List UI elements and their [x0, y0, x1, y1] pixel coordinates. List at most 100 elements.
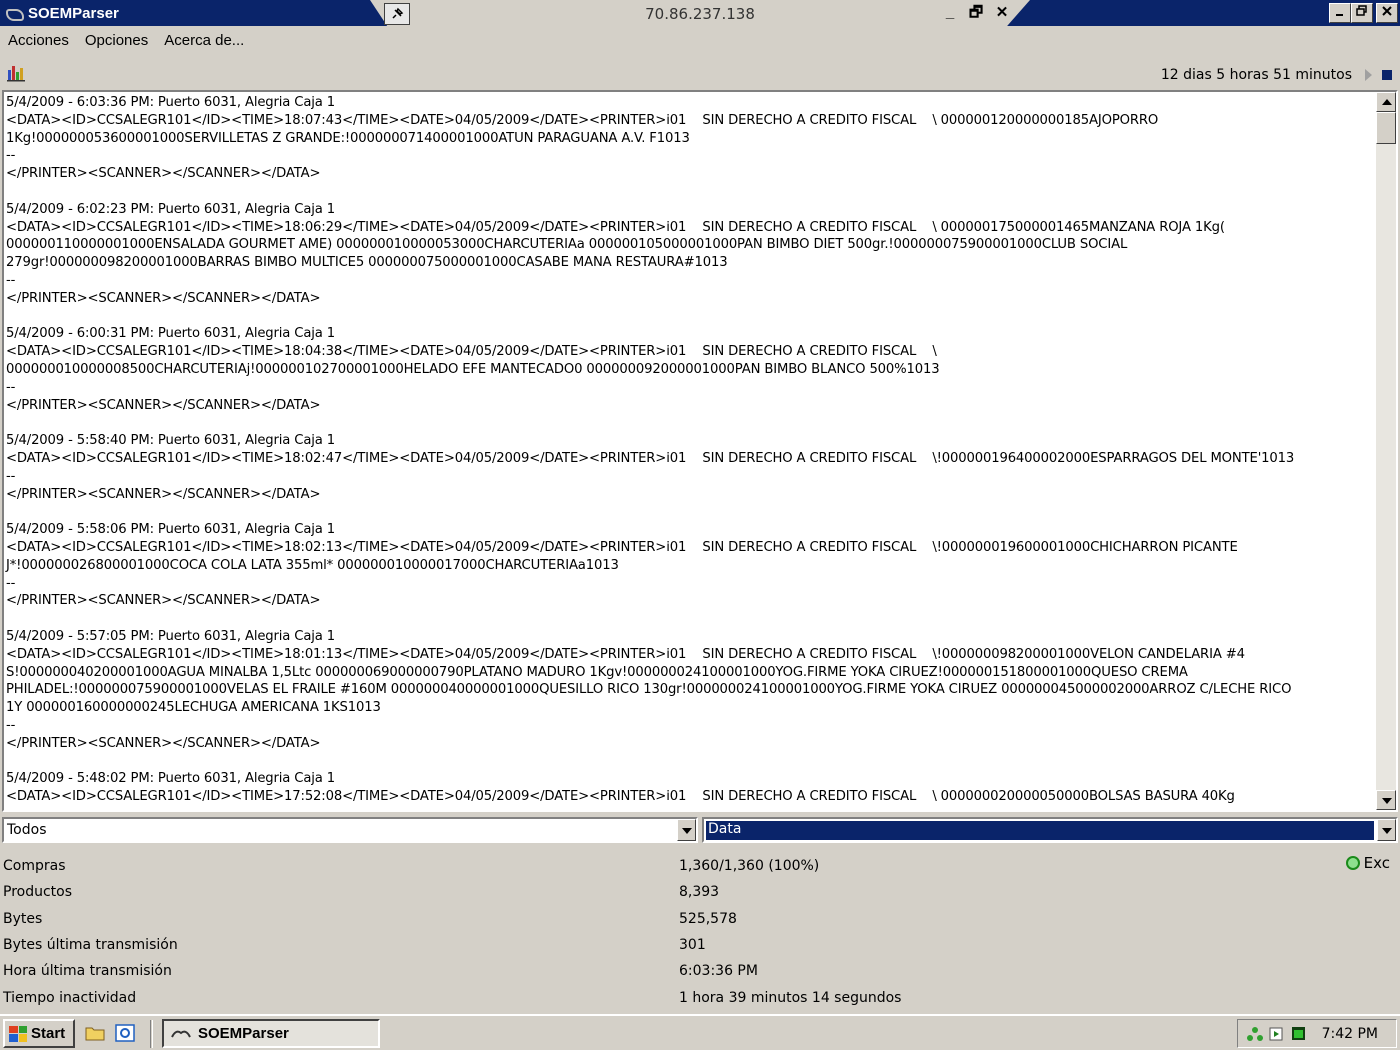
menu-acerca-de[interactable]: Acerca de... [164, 32, 244, 49]
network-icon[interactable] [1246, 1026, 1264, 1042]
task-label: SOEMParser [198, 1025, 289, 1042]
scroll-down-button[interactable] [1376, 790, 1396, 810]
log-entry-header: 5/4/2009 - 6:00:31 PM: Puerto 6031, Aleg… [6, 326, 336, 342]
stat-row: Tiempo inactividad 1 hora 39 minutos 14 s… [0, 986, 1400, 1010]
log-entry-line: -- [6, 575, 16, 591]
log-entry-line: <DATA><ID>CCSALEGR101</ID><TIME>18:02:47… [6, 450, 1295, 466]
browser-icon[interactable] [114, 1022, 136, 1044]
remote-restore-button[interactable]: 🗗 [966, 3, 986, 23]
app-icon [4, 5, 24, 21]
filter-type-select[interactable]: Data [702, 817, 1398, 843]
filter-type-value: Data [706, 821, 1374, 840]
stat-row: Hora última transmisión 6:03:36 PM [0, 959, 1400, 983]
stat-row: Productos 8,393 [0, 880, 1400, 904]
filter-source-select[interactable]: Todos [2, 817, 698, 843]
stat-label: Productos [3, 884, 73, 900]
menu-acciones[interactable]: Acciones [8, 32, 69, 49]
log-entry-line: </PRINTER><SCANNER></SCANNER></DATA> [6, 166, 321, 182]
stat-row: Compras 1,360/1,360 (100%) [0, 854, 1400, 878]
log-entry-header: 5/4/2009 - 5:57:05 PM: Puerto 6031, Aleg… [6, 628, 336, 644]
log-entry-header: 5/4/2009 - 6:02:23 PM: Puerto 6031, Aleg… [6, 201, 336, 217]
log-entry-line: <DATA><ID>CCSALEGR101</ID><TIME>18:02:13… [6, 539, 1238, 555]
stat-row: Bytes última transmisión 301 [0, 933, 1400, 957]
folder-icon[interactable] [84, 1022, 106, 1044]
log-entry-line: 000000110000001000ENSALADA GOURMET AME) … [6, 237, 1128, 253]
menu-bar: Acciones Opciones Acerca de... [0, 28, 1400, 52]
log-entry-line: -- [6, 717, 16, 733]
log-entry-line: <DATA><ID>CCSALEGR101</ID><TIME>18:01:13… [6, 646, 1245, 662]
start-label: Start [31, 1025, 66, 1042]
minimize-button[interactable] [1329, 3, 1351, 23]
scroll-up-button[interactable] [1376, 92, 1396, 112]
log-text: 5/4/2009 - 6:03:36 PM: Puerto 6031, Aleg… [6, 94, 1376, 810]
start-button[interactable]: Start [3, 1019, 75, 1048]
toolbar: 12 dias 5 horas 51 minutos [0, 58, 1400, 88]
play-icon[interactable] [1365, 69, 1372, 81]
log-entry-line: -- [6, 468, 16, 484]
app-icon [170, 1027, 192, 1041]
connection-status: Exc [1345, 854, 1390, 872]
log-entry-line: </PRINTER><SCANNER></SCANNER></DATA> [6, 290, 321, 306]
remote-close-button[interactable]: ✕ [992, 3, 1012, 23]
log-entry-line: 000000010000008500CHARCUTERIAj!000000102… [6, 361, 940, 377]
log-entry: 5/4/2009 - 5:58:40 PM: Puerto 6031, Aleg… [6, 432, 1376, 503]
log-entry-line: </PRINTER><SCANNER></SCANNER></DATA> [6, 397, 321, 413]
uptime-display: 12 dias 5 horas 51 minutos [1160, 67, 1352, 83]
stat-label: Tiempo inactividad [3, 990, 137, 1006]
log-entry-header: 5/4/2009 - 6:03:36 PM: Puerto 6031, Aleg… [6, 95, 336, 110]
stat-value: 8,393 [679, 884, 720, 900]
log-entry-line: 1Y 000000160000000245LECHUGA AMERICANA 1… [6, 700, 381, 716]
log-entry-line: 1Kg!000000053600001000SERVILLETAS Z GRAN… [6, 130, 690, 146]
window-title-area: SOEMParser [0, 0, 380, 26]
log-entry-line: 279gr!000000098200001000BARRAS BIMBO MUL… [6, 255, 728, 271]
log-entry-line: J*!000000026800001000COCA COLA LATA 355m… [6, 557, 619, 573]
window-title: SOEMParser [28, 4, 119, 22]
log-entry-header: 5/4/2009 - 5:48:02 PM: Puerto 6031, Aleg… [6, 771, 336, 787]
taskbar: Start SOEMParser 7:42 PM [0, 1014, 1400, 1050]
log-entry: 5/4/2009 - 5:48:02 PM: Puerto 6031, Aleg… [6, 770, 1376, 806]
scroll-thumb[interactable] [1376, 112, 1396, 144]
stat-row: Bytes 525,578 [0, 907, 1400, 931]
status-label: Exc [1363, 854, 1390, 872]
log-output-area[interactable]: 5/4/2009 - 6:03:36 PM: Puerto 6031, Aleg… [2, 90, 1398, 812]
close-button[interactable] [1376, 3, 1398, 23]
stat-value: 1 hora 39 minutos 14 segundos [679, 990, 902, 1006]
log-scrollbar[interactable] [1376, 92, 1396, 810]
soemparser-window: SOEMParser 70.86.237.138 _ 🗗 ✕ Acciones … [0, 0, 1400, 1050]
stat-label: Compras [3, 858, 66, 874]
restore-button[interactable] [1351, 3, 1373, 23]
log-entry-line: </PRINTER><SCANNER></SCANNER></DATA> [6, 486, 321, 502]
monitor-icon[interactable] [1290, 1026, 1308, 1042]
stop-icon[interactable] [1382, 70, 1392, 80]
stat-label: Bytes última transmisión [3, 937, 178, 953]
remote-minimize-button[interactable]: _ [940, 3, 960, 23]
system-tray: 7:42 PM [1237, 1019, 1397, 1048]
log-entry-line: <DATA><ID>CCSALEGR101</ID><TIME>17:52:08… [6, 789, 1235, 805]
log-entry-line: -- [6, 272, 16, 288]
status-indicator-icon [1345, 856, 1360, 870]
chevron-down-icon[interactable] [1377, 819, 1396, 841]
log-entry-line: <DATA><ID>CCSALEGR101</ID><TIME>18:04:38… [6, 344, 937, 360]
log-entry: 5/4/2009 - 6:00:31 PM: Puerto 6031, Aleg… [6, 325, 1376, 414]
remote-host-address: 70.86.237.138 [645, 5, 755, 23]
taskbar-soemparser-button[interactable]: SOEMParser [162, 1019, 380, 1048]
media-icon[interactable] [1268, 1026, 1286, 1042]
log-entry-line: </PRINTER><SCANNER></SCANNER></DATA> [6, 735, 321, 751]
log-entry-line: <DATA><ID>CCSALEGR101</ID><TIME>18:06:29… [6, 219, 1225, 235]
pin-icon[interactable] [384, 3, 410, 25]
log-entry-line: -- [6, 379, 16, 395]
chevron-down-icon[interactable] [677, 819, 696, 841]
log-entry-line: -- [6, 148, 16, 164]
stat-value: 6:03:36 PM [679, 963, 758, 979]
stat-value: 525,578 [679, 911, 737, 927]
log-entry: 5/4/2009 - 6:03:36 PM: Puerto 6031, Aleg… [6, 94, 1376, 183]
log-entry: 5/4/2009 - 6:02:23 PM: Puerto 6031, Aleg… [6, 201, 1376, 308]
log-entry: 5/4/2009 - 5:58:06 PM: Puerto 6031, Aleg… [6, 521, 1376, 610]
taskbar-clock: 7:42 PM [1321, 1026, 1378, 1042]
log-entry-header: 5/4/2009 - 5:58:40 PM: Puerto 6031, Aleg… [6, 433, 336, 449]
log-entry: 5/4/2009 - 5:57:05 PM: Puerto 6031, Aleg… [6, 628, 1376, 753]
log-entry-line: <DATA><ID>CCSALEGR101</ID><TIME>18:07:43… [6, 112, 1159, 128]
filter-source-value: Todos [7, 822, 47, 838]
statistics-chart-icon[interactable] [6, 62, 28, 82]
menu-opciones[interactable]: Opciones [85, 32, 148, 49]
